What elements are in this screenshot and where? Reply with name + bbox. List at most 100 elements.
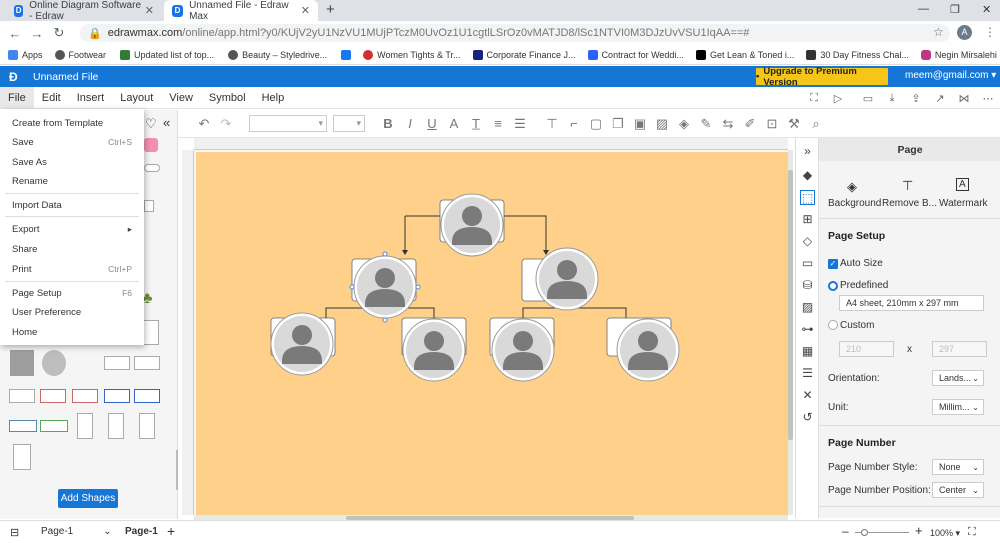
- shape-thumb[interactable]: [13, 444, 31, 470]
- org-node-avatar[interactable]: [402, 318, 466, 382]
- add-page-button[interactable]: +: [167, 523, 175, 539]
- page-panel-icon[interactable]: ⊟: [10, 526, 19, 539]
- underline-icon[interactable]: U: [421, 116, 443, 131]
- org-node-avatar-selected[interactable]: [353, 255, 417, 319]
- menu-item-rename[interactable]: Rename: [12, 176, 132, 187]
- presentation-icon[interactable]: ▭: [800, 256, 815, 271]
- shape-thumb[interactable]: [9, 420, 37, 432]
- undo-icon[interactable]: ↶: [193, 116, 215, 132]
- bookmark-item[interactable]: Corporate Finance J...: [472, 49, 576, 60]
- shape-thumb[interactable]: [134, 356, 160, 370]
- fill-bucket-icon[interactable]: ◆: [800, 168, 815, 183]
- export-icon[interactable]: ⇪: [904, 92, 928, 105]
- height-input[interactable]: 297: [932, 341, 987, 357]
- page-tab[interactable]: Page-1: [125, 526, 158, 537]
- favorite-icon[interactable]: ♡: [145, 116, 157, 132]
- menu-item-save-as[interactable]: Save As: [12, 157, 132, 168]
- custom-radio[interactable]: [828, 320, 838, 330]
- watermark-icon[interactable]: A: [956, 178, 969, 191]
- layers-icon[interactable]: ◇: [800, 234, 815, 249]
- connector-icon[interactable]: ⌐: [563, 116, 585, 131]
- menu-item-print[interactable]: Print Ctrl+P: [12, 264, 132, 275]
- star-icon[interactable]: ☆: [933, 25, 944, 39]
- download-icon[interactable]: ⤓: [880, 92, 904, 105]
- shape-icon[interactable]: ▢: [585, 116, 607, 132]
- orientation-select[interactable]: Lands... ⌄: [932, 370, 984, 386]
- history-icon[interactable]: ↺: [800, 410, 815, 425]
- shape-thumb[interactable]: [72, 389, 98, 403]
- avatar-shape-thumb[interactable]: [10, 350, 34, 376]
- bookmark-item[interactable]: Women Tights & Tr...: [363, 49, 461, 60]
- width-input[interactable]: 210: [839, 341, 894, 357]
- group-icon[interactable]: ▣: [629, 116, 651, 132]
- table-icon[interactable]: ▦: [800, 344, 815, 359]
- shape-thumb[interactable]: [40, 389, 66, 403]
- kebab-menu-icon[interactable]: ⋮: [984, 25, 996, 39]
- url-field[interactable]: 🔒 edrawmax.com/online/app.html?y0/KUjV2y…: [80, 24, 950, 42]
- predefined-radio[interactable]: [828, 281, 838, 291]
- menu-item-export[interactable]: Export ▸: [12, 224, 132, 235]
- org-node-avatar[interactable]: [440, 193, 504, 257]
- font-color-icon[interactable]: A: [443, 116, 465, 131]
- font-size-select[interactable]: ▾: [333, 115, 365, 132]
- collapse-panel-icon[interactable]: «: [163, 115, 170, 130]
- unit-select[interactable]: Millim... ⌄: [932, 399, 984, 415]
- menu-symbol[interactable]: Symbol: [201, 87, 254, 109]
- close-tab-icon[interactable]: ✕: [301, 4, 310, 17]
- shape-thumb[interactable]: [9, 389, 35, 403]
- browser-tab-1[interactable]: D Online Diagram Software - Edraw ✕: [6, 0, 162, 22]
- page-select[interactable]: Page-1 ⌄: [41, 526, 112, 537]
- vertical-scrollbar[interactable]: [788, 150, 793, 515]
- expand-icon[interactable]: ✕: [800, 388, 815, 403]
- italic-icon[interactable]: I: [399, 116, 421, 131]
- align-icon[interactable]: ☰: [509, 116, 531, 132]
- search-icon[interactable]: ⌕: [805, 116, 827, 132]
- menu-insert[interactable]: Insert: [69, 87, 113, 109]
- shape-thumb[interactable]: [144, 138, 158, 152]
- grid-icon[interactable]: ⊞: [800, 212, 815, 227]
- redo-icon[interactable]: ↷: [215, 116, 237, 132]
- shape-thumb[interactable]: [108, 413, 124, 439]
- menu-view[interactable]: View: [161, 87, 201, 109]
- bookmark-item[interactable]: Get Lean & Toned i...: [695, 49, 794, 60]
- fill-icon[interactable]: ◈: [673, 116, 695, 132]
- bookmark-item[interactable]: 30 Day Fitness Chal...: [806, 49, 909, 60]
- bookmark-item[interactable]: Negin Mirsalehi (@...: [920, 49, 1000, 60]
- zoom-slider[interactable]: [855, 529, 909, 536]
- share-icon[interactable]: ↗: [928, 92, 952, 105]
- background-icon[interactable]: ◈: [847, 179, 857, 195]
- page-settings-icon[interactable]: ⬚: [800, 190, 815, 205]
- profile-avatar[interactable]: A: [957, 25, 972, 40]
- file-title[interactable]: Unnamed File: [33, 71, 98, 83]
- tree-shape-thumb[interactable]: ♣: [142, 290, 160, 312]
- shape-thumb[interactable]: [104, 389, 130, 403]
- tools-icon[interactable]: ⚒: [783, 116, 805, 132]
- save-icon[interactable]: ▭: [856, 92, 880, 105]
- auto-size-checkbox[interactable]: ✓: [828, 259, 838, 269]
- minimize-icon[interactable]: —: [918, 3, 929, 15]
- org-node-avatar[interactable]: [270, 312, 334, 376]
- menu-item-share[interactable]: Share: [12, 244, 132, 255]
- font-family-select[interactable]: ▾: [249, 115, 327, 132]
- upgrade-button[interactable]: • Upgrade to Premium Version: [756, 66, 888, 88]
- remove-background-icon[interactable]: ⊤: [902, 178, 913, 194]
- bookmark-item[interactable]: [341, 49, 355, 60]
- close-window-icon[interactable]: ✕: [982, 3, 991, 16]
- restore-icon[interactable]: ❐: [950, 3, 960, 16]
- user-account-menu[interactable]: meem@gmail.com ▾: [905, 70, 996, 81]
- zoom-in-button[interactable]: +: [915, 523, 923, 538]
- text-style-icon[interactable]: T̲: [465, 116, 487, 131]
- shape-thumb[interactable]: [144, 200, 154, 212]
- org-node-avatar[interactable]: [491, 318, 555, 382]
- align-icon[interactable]: ☰: [800, 366, 815, 381]
- fit-page-icon[interactable]: ⛶: [968, 526, 976, 539]
- bookmark-item[interactable]: Beauty – Styledrive...: [228, 49, 327, 60]
- shape-thumb[interactable]: [77, 413, 93, 439]
- avatar-shape-thumb[interactable]: [42, 350, 66, 376]
- remove-background-button[interactable]: Remove B...: [882, 198, 937, 209]
- library-scrollbar[interactable]: [176, 450, 178, 490]
- page-number-style-select[interactable]: None ⌄: [932, 459, 984, 475]
- play-icon[interactable]: ▷: [826, 92, 850, 105]
- reload-icon[interactable]: ↻: [48, 25, 70, 41]
- bold-icon[interactable]: B: [377, 116, 399, 131]
